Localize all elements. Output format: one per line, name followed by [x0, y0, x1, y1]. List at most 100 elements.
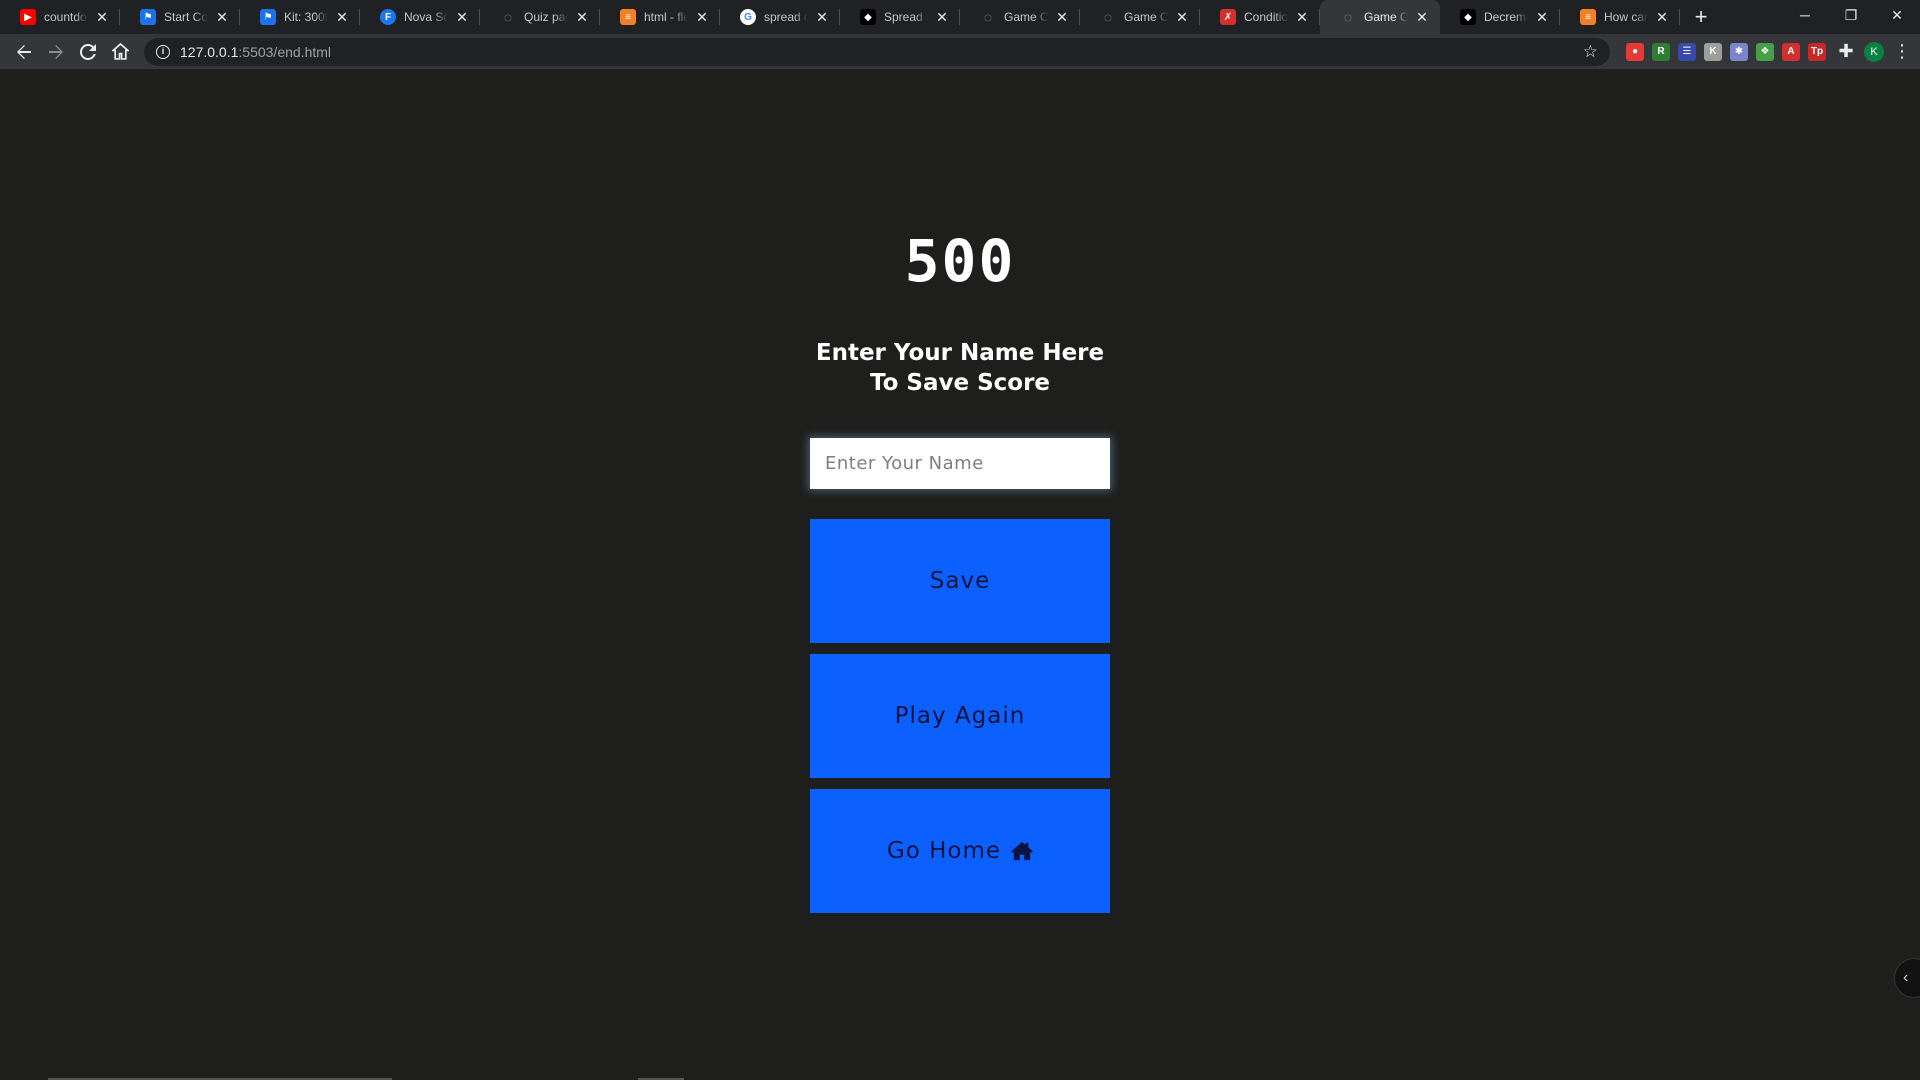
home-button[interactable]: [104, 37, 136, 67]
final-score: 500: [904, 227, 1016, 295]
url-path: :5503/end.html: [238, 43, 332, 60]
globe-icon: ◌: [1343, 9, 1353, 25]
close-tab-icon[interactable]: ✕: [334, 9, 350, 25]
gear-extension-icon[interactable]: ✱: [1730, 42, 1748, 61]
close-tab-icon[interactable]: ✕: [1414, 9, 1430, 25]
window-controls: ─ ❐ ✕: [1782, 0, 1920, 30]
go-home-button[interactable]: Go Home: [810, 789, 1110, 913]
globe-icon: ◌: [983, 9, 993, 25]
close-tab-icon[interactable]: ✕: [214, 9, 230, 25]
close-tab-icon[interactable]: ✕: [454, 9, 470, 25]
profile-avatar[interactable]: K: [1864, 41, 1884, 62]
page-viewport: 500 Enter Your Name Here To Save Score S…: [0, 71, 1920, 1080]
tab-title: countdown: [44, 10, 88, 24]
close-tab-icon[interactable]: ✕: [1534, 9, 1550, 25]
close-tab-icon[interactable]: ✕: [1294, 9, 1310, 25]
stackoverflow-icon: ≡: [620, 9, 636, 25]
browser-tab[interactable]: ⚑ Start Conf ✕: [120, 0, 240, 34]
tab-title: Start Conf: [164, 10, 208, 24]
username-input[interactable]: [810, 438, 1110, 489]
back-button[interactable]: [8, 37, 40, 67]
mdn-icon: ◆: [860, 9, 876, 25]
go-home-label: Go Home: [886, 838, 1002, 864]
save-score-prompt: Enter Your Name Here To Save Score: [815, 340, 1105, 396]
mdn-icon: ◆: [1460, 9, 1476, 25]
play-again-label: Play Again: [894, 703, 1026, 729]
browser-tab[interactable]: ◌ Game Ove ✕: [1080, 0, 1200, 34]
globe-icon: ◌: [1103, 9, 1113, 25]
browser-tab[interactable]: F Nova Squa ✕: [360, 0, 480, 34]
tab-title: html - flex: [644, 10, 688, 24]
tab-title: Decremen: [1484, 10, 1528, 24]
tab-title: Kit: 300f3f: [284, 10, 328, 24]
browser-tab[interactable]: ▶ countdown ✕: [0, 0, 120, 34]
tab-title: Quiz page: [524, 10, 568, 24]
close-tab-icon[interactable]: ✕: [694, 9, 710, 25]
browser-tab[interactable]: Gspread op ✕: [720, 0, 840, 34]
arrow-right-icon: [49, 44, 63, 59]
forward-button[interactable]: [40, 37, 72, 67]
close-tab-icon[interactable]: ✕: [1174, 9, 1190, 25]
new-tab-button[interactable]: +: [1684, 0, 1718, 34]
close-tab-icon[interactable]: ✕: [1654, 9, 1670, 25]
tab-title: Nova Squa: [404, 10, 448, 24]
puzzle-extensions-icon[interactable]: ✚: [1836, 41, 1856, 62]
restore-icon[interactable]: ❐: [1828, 0, 1874, 30]
adblock-icon[interactable]: ●: [1626, 42, 1644, 61]
bookmark-star-icon[interactable]: ☆: [1583, 42, 1598, 62]
close-tab-icon[interactable]: ✕: [1054, 9, 1070, 25]
home-outline-icon: [111, 43, 129, 60]
browser-tab[interactable]: ⚑ Kit: 300f3f ✕: [240, 0, 360, 34]
reload-icon: [80, 43, 96, 60]
browser-tab[interactable]: ◌ Quiz page ✕: [480, 0, 600, 34]
browser-tab[interactable]: ≡ html - flex ✕: [600, 0, 720, 34]
tab-title: Condition: [1244, 10, 1288, 24]
flag-icon: ⚑: [260, 9, 276, 25]
browser-tab[interactable]: ≡ How can y ✕: [1560, 0, 1680, 34]
kebab-menu-icon[interactable]: ⋮: [1892, 41, 1912, 62]
tab-strip: ▶ countdown ✕ ⚑ Start Conf ✕ ⚑ Kit: 300f3f ✕ F Nov…: [0, 0, 1920, 34]
reload-button[interactable]: [72, 37, 104, 67]
tab-title: Game Ove: [1004, 10, 1048, 24]
info-icon[interactable]: i: [156, 44, 170, 59]
minimize-icon[interactable]: ─: [1782, 0, 1828, 30]
play-again-button[interactable]: Play Again: [810, 654, 1110, 778]
arrow-left-icon: [17, 44, 31, 59]
k-extension-icon[interactable]: K: [1704, 42, 1722, 61]
browser-tab[interactable]: ◌ Game Ove ✕: [1320, 0, 1440, 34]
browser-tab[interactable]: ◆ Decremen ✕: [1440, 0, 1560, 34]
close-tab-icon[interactable]: ✕: [934, 9, 950, 25]
save-label: Save: [929, 568, 991, 594]
r-extension-icon[interactable]: R: [1652, 42, 1670, 61]
browser-tab[interactable]: ◌ Game Ove ✕: [960, 0, 1080, 34]
url-host: 127.0.0.1: [180, 43, 239, 60]
close-tab-icon[interactable]: ✕: [574, 9, 590, 25]
home-icon: [1011, 841, 1033, 861]
close-tab-icon[interactable]: ✕: [94, 9, 110, 25]
browser-tab[interactable]: ◆ Spread syn ✕: [840, 0, 960, 34]
save-button[interactable]: Save: [810, 519, 1110, 643]
tp-extension-icon[interactable]: Tp: [1808, 42, 1826, 61]
tab-list: ▶ countdown ✕ ⚑ Start Conf ✕ ⚑ Kit: 300f3f ✕ F Nov…: [0, 0, 1680, 34]
address-bar[interactable]: i 127.0.0.1:5503/end.html ☆: [144, 37, 1610, 66]
end-container: 500 Enter Your Name Here To Save Score S…: [810, 226, 1110, 913]
google-icon: G: [740, 9, 756, 25]
side-panel-toggle[interactable]: ‹: [1894, 958, 1920, 998]
pdf-extension-icon[interactable]: A: [1782, 42, 1800, 61]
close-tab-icon[interactable]: ✕: [814, 9, 830, 25]
tab-title: spread op: [764, 10, 808, 24]
youtube-icon: ▶: [20, 9, 36, 25]
browser-tab[interactable]: ✗ Condition ✕: [1200, 0, 1320, 34]
tab-title: Game Ove: [1124, 10, 1168, 24]
close-window-icon[interactable]: ✕: [1874, 0, 1920, 30]
tab-title: Game Ove: [1364, 10, 1408, 24]
stackoverflow-icon: ≡: [1580, 9, 1596, 25]
tab-title: Spread syn: [884, 10, 928, 24]
w3-icon: ✗: [1220, 9, 1236, 25]
grid-extension-icon[interactable]: ☰: [1678, 42, 1696, 61]
f-circle-icon: F: [380, 9, 396, 25]
leaf-extension-icon[interactable]: ❖: [1756, 42, 1774, 61]
flag-icon: ⚑: [140, 9, 156, 25]
browser-toolbar: i 127.0.0.1:5503/end.html ☆ ● R ☰ K ✱ ❖ A Tp ✚ …: [0, 34, 1920, 70]
extensions-bar: ● R ☰ K ✱ ❖ A Tp: [1626, 42, 1826, 61]
